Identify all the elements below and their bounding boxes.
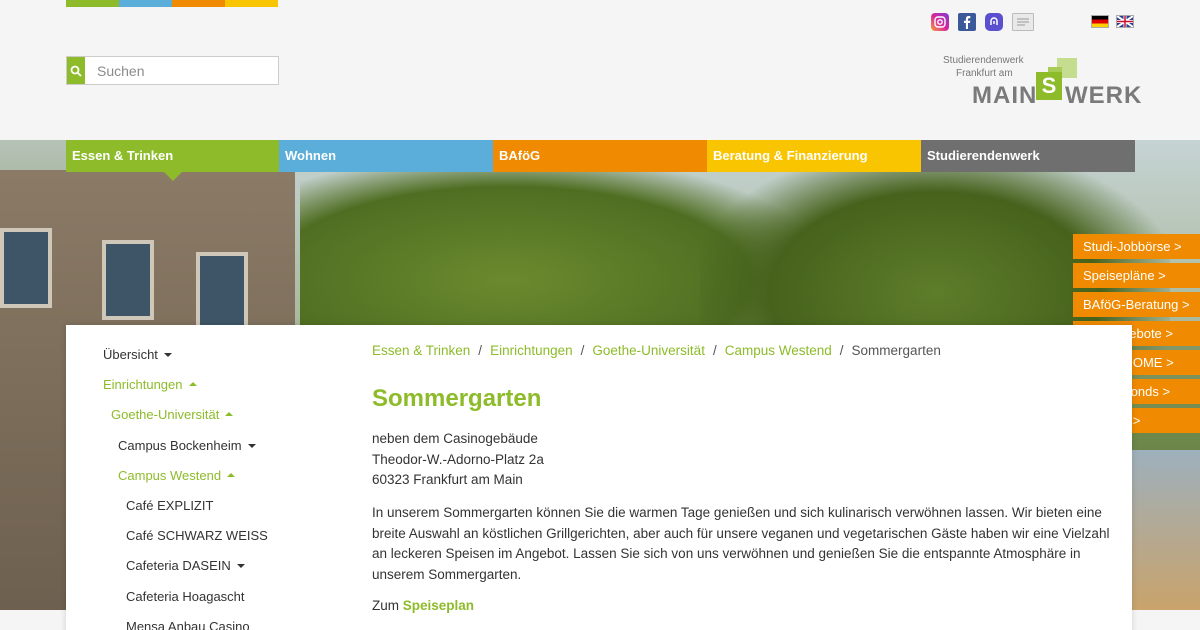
address-line: Theodor-W.-Adorno-Platz 2a (372, 451, 544, 467)
menu-link-line: Zum Speiseplan (372, 598, 474, 613)
address-line: neben dem Casinogebäude (372, 431, 538, 446)
sidenav-item-cafeteria-dasein[interactable]: Cafeteria DASEIN (103, 556, 353, 586)
quick-link-studi-jobboerse[interactable]: Studi-Jobbörse > (1073, 234, 1200, 259)
sidenav-item-cafeteria-hoagascht[interactable]: Cafeteria Hoagascht (103, 587, 353, 617)
nav-label: Studierendenwerk (927, 148, 1040, 163)
nav-beratung-finanzierung[interactable]: Beratung & Finanzierung (707, 140, 921, 172)
quick-link-speiseplaene[interactable]: Speisepläne > (1073, 263, 1200, 288)
logo[interactable]: Studierendenwerk Frankfurt am MAIN S WER… (940, 55, 1143, 110)
social-links (931, 13, 1034, 31)
blog-icon[interactable] (1012, 13, 1034, 31)
sidenav-item-cafe-schwarz-weiss[interactable]: Café SCHWARZ WEISS (103, 526, 353, 556)
hero-window (196, 252, 248, 332)
breadcrumb-separator: / (712, 343, 717, 358)
search-button[interactable] (67, 57, 85, 84)
strip-orange (172, 0, 225, 7)
sidenav-label: Mensa Anbau Casino (126, 618, 250, 630)
sidenav-label: Campus Bockenheim (118, 437, 242, 453)
hero-window (102, 240, 154, 320)
hero-window (0, 228, 52, 308)
hero-side-photo (1132, 450, 1200, 610)
sidenav-label: Campus Westend (118, 467, 222, 483)
speiseplan-link[interactable]: Speiseplan (403, 598, 474, 613)
sidenav-label: Cafeteria Hoagascht (126, 588, 245, 604)
sidenav-label: Übersicht (103, 347, 158, 362)
sidenav-label: Cafeteria DASEIN (126, 558, 231, 574)
caret-up-icon (188, 382, 197, 387)
caret-down-icon (163, 353, 172, 357)
logo-line1: Studierendenwerk (943, 55, 1024, 66)
sidenav-item-einrichtungen[interactable]: Einrichtungen (103, 375, 353, 405)
nav-label: Beratung & Finanzierung (713, 148, 868, 163)
caret-down-icon (247, 443, 256, 448)
sidenav-item-goethe-universitaet[interactable]: Goethe-Universität (103, 405, 353, 435)
address-block: neben dem Casinogebäude Theodor-W.-Adorn… (372, 429, 544, 491)
breadcrumb-link[interactable]: Einrichtungen (490, 343, 573, 358)
logo-main: MAIN (972, 82, 1038, 109)
nav-label: Wohnen (285, 148, 337, 163)
caret-down-icon (236, 564, 245, 569)
page-title: Sommergarten (372, 385, 542, 412)
breadcrumb-link[interactable]: Essen & Trinken (372, 343, 470, 358)
intro-text: In unserem Sommergarten können Sie die w… (372, 505, 1110, 582)
menu-link-prefix: Zum (372, 598, 399, 613)
address-line: 60323 Frankfurt am Main (372, 472, 523, 487)
nav-label: Essen & Trinken (72, 148, 174, 163)
breadcrumb-link[interactable]: Campus Westend (725, 343, 832, 358)
strip-green (66, 0, 119, 7)
nav-wohnen[interactable]: Wohnen (279, 140, 493, 172)
main-nav: Essen & Trinken Wohnen BAföG Beratung & … (66, 140, 1135, 181)
instagram-icon[interactable] (931, 13, 949, 31)
breadcrumb-separator: / (478, 343, 483, 358)
caret-up-icon (227, 472, 236, 477)
breadcrumb: Essen & Trinken / Einrichtungen / Goethe-U… (372, 343, 941, 358)
sidenav-item-uebersicht[interactable]: Übersicht (103, 345, 353, 375)
mastodon-icon[interactable] (985, 13, 1003, 31)
logo-s-box: S (1036, 72, 1062, 100)
nav-studierendenwerk[interactable]: Studierendenwerk (921, 140, 1135, 172)
nav-bafoeg[interactable]: BAföG (493, 140, 707, 172)
logo-werk: WERK (1065, 82, 1143, 109)
sidenav-label: Café EXPLIZIT (126, 497, 214, 513)
breadcrumb-current: Sommergarten (851, 343, 941, 358)
strip-yellow (225, 0, 278, 7)
search-input[interactable] (85, 57, 278, 84)
facebook-icon[interactable] (958, 13, 976, 31)
nav-label: BAföG (499, 148, 541, 163)
sidenav-label: Goethe-Universität (111, 407, 220, 423)
strip-blue (119, 0, 172, 7)
brand-color-strip (66, 0, 278, 7)
quick-link-bafoeg-beratung[interactable]: BAföG-Beratung > (1073, 292, 1200, 317)
sidenav-item-cafe-explizit[interactable]: Café EXPLIZIT (103, 496, 353, 526)
english-flag-icon[interactable] (1116, 15, 1134, 28)
breadcrumb-separator: / (839, 343, 844, 358)
breadcrumb-link[interactable]: Goethe-Universität (592, 343, 705, 358)
language-switch (1091, 15, 1134, 28)
breadcrumb-separator: / (580, 343, 585, 358)
sidenav-label: Café SCHWARZ WEISS (126, 528, 268, 544)
sidenav-item-campus-westend[interactable]: Campus Westend (103, 466, 353, 496)
german-flag-icon[interactable] (1091, 15, 1109, 28)
sidenav-item-mensa-anbau-casino[interactable]: Mensa Anbau Casino (103, 617, 353, 630)
search-icon (70, 65, 82, 77)
caret-up-icon (225, 412, 234, 417)
logo-line2: Frankfurt am (956, 68, 1013, 79)
sidenav-label: Einrichtungen (103, 377, 183, 393)
search-box (66, 56, 279, 85)
side-nav: Übersicht Einrichtungen Goethe-Universit… (103, 345, 353, 630)
content-card: Übersicht Einrichtungen Goethe-Universit… (66, 325, 1132, 630)
nav-essen-trinken[interactable]: Essen & Trinken (66, 140, 279, 181)
sidenav-item-campus-bockenheim[interactable]: Campus Bockenheim (103, 436, 353, 466)
nav-active-arrow (164, 172, 182, 181)
